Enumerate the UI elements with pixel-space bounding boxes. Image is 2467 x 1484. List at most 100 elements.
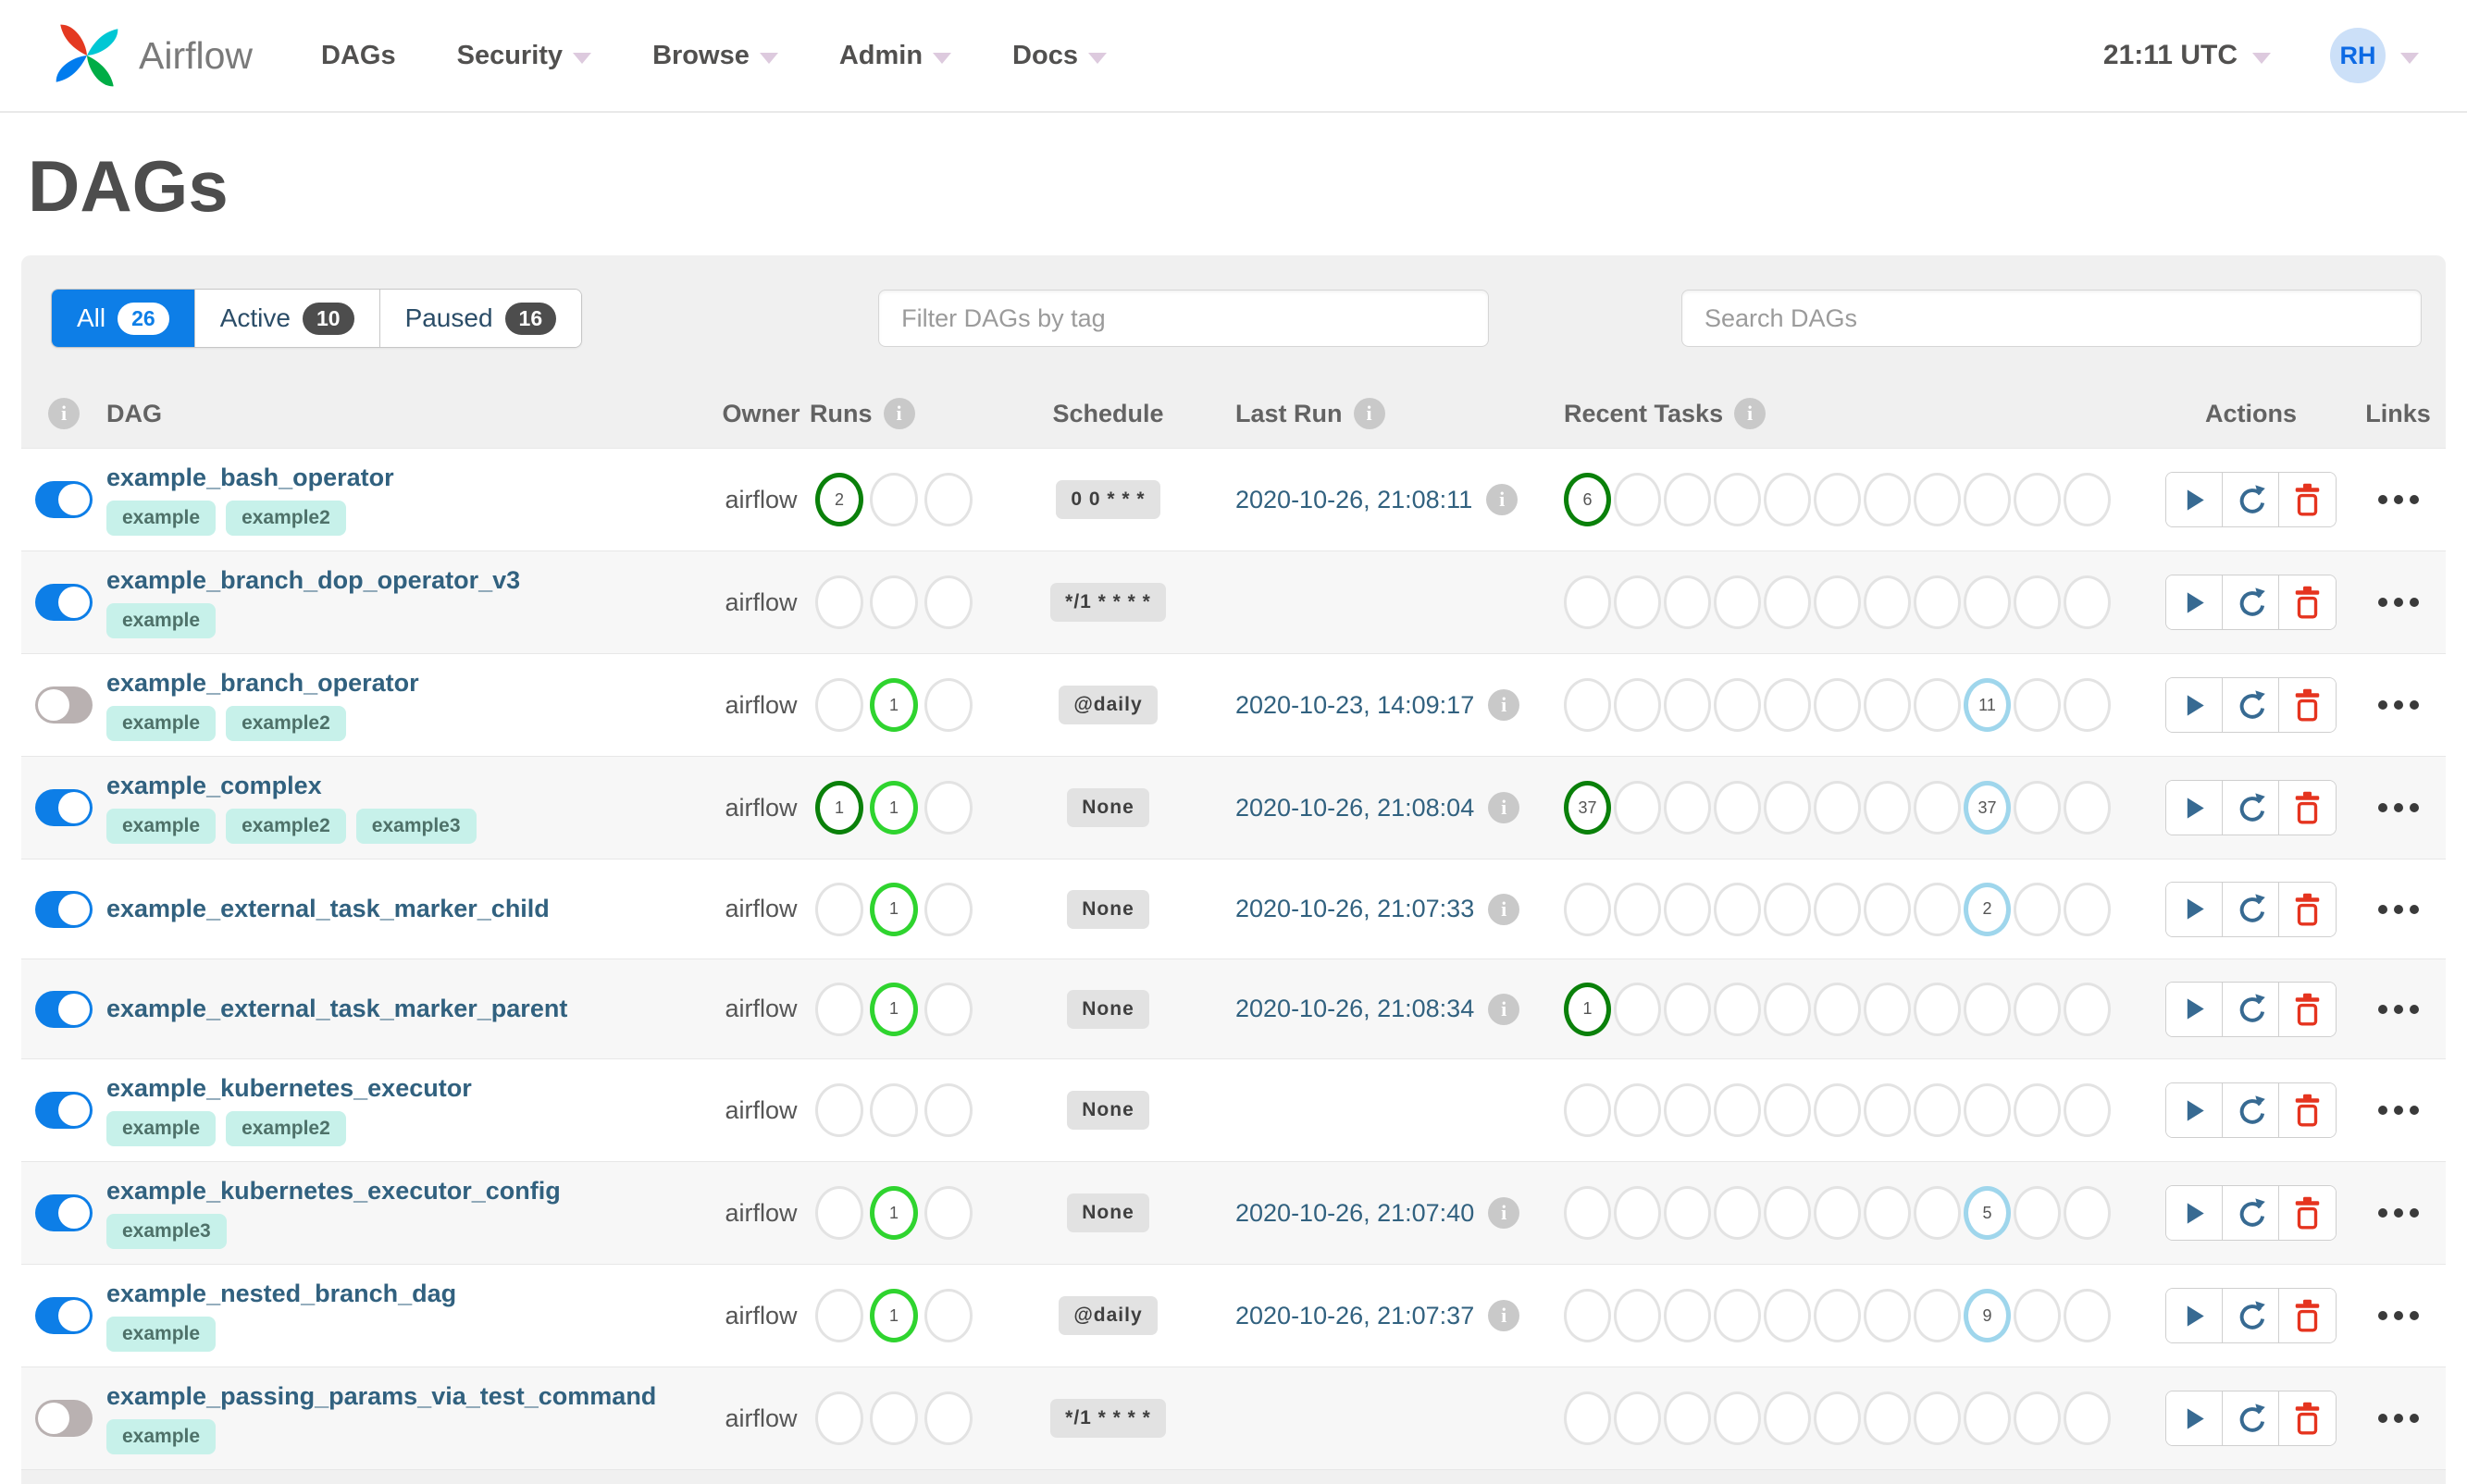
task-state-circle[interactable] [1714, 575, 1761, 629]
dag-name-link[interactable]: example_external_task_marker_parent [106, 995, 713, 1023]
run-state-circle[interactable] [815, 1186, 863, 1240]
task-state-circle[interactable] [1864, 982, 1911, 1036]
task-state-circle[interactable] [1814, 1186, 1861, 1240]
dag-tag[interactable]: example2 [226, 706, 346, 741]
task-state-circle[interactable] [1664, 678, 1711, 732]
task-state-circle[interactable] [1964, 473, 2011, 526]
task-state-circle[interactable] [2014, 1083, 2061, 1137]
last-run-link[interactable]: 2020-10-26, 21:07:37 [1235, 1302, 1474, 1330]
task-state-circle[interactable] [1764, 1186, 1811, 1240]
task-state-circle[interactable] [2014, 882, 2061, 936]
nav-item-browse[interactable]: Browse [652, 41, 778, 71]
task-state-circle[interactable] [1714, 1391, 1761, 1445]
task-state-circle[interactable] [1914, 1289, 1961, 1342]
refresh-dag-button[interactable] [2223, 982, 2279, 1036]
task-state-circle[interactable] [2064, 473, 2111, 526]
info-icon[interactable]: i [1734, 398, 1767, 429]
task-state-circle[interactable] [1664, 982, 1711, 1036]
avatar[interactable]: RH [2330, 28, 2386, 83]
task-state-circle[interactable] [1914, 982, 1961, 1036]
task-state-circle[interactable] [1564, 1186, 1611, 1240]
task-state-circle[interactable] [1714, 1083, 1761, 1137]
run-state-circle[interactable]: 2 [815, 473, 863, 526]
task-state-circle[interactable] [1814, 473, 1861, 526]
dag-links-menu[interactable] [2350, 449, 2446, 550]
dag-links-menu[interactable] [2350, 551, 2446, 653]
task-state-circle[interactable] [1714, 781, 1761, 835]
task-state-circle[interactable] [1764, 1391, 1811, 1445]
task-state-circle[interactable] [1764, 678, 1811, 732]
task-state-circle[interactable] [1714, 1289, 1761, 1342]
last-run-link[interactable]: 2020-10-23, 14:09:17 [1235, 691, 1474, 720]
delete-dag-button[interactable] [2279, 575, 2336, 629]
run-state-circle[interactable] [924, 575, 973, 629]
delete-dag-button[interactable] [2279, 882, 2336, 936]
dag-pause-toggle[interactable] [35, 990, 93, 1028]
task-state-circle[interactable]: 6 [1564, 473, 1611, 526]
task-state-circle[interactable] [1864, 1083, 1911, 1137]
task-state-circle[interactable] [1864, 781, 1911, 835]
dag-tag[interactable]: example [106, 1419, 217, 1454]
nav-item-admin[interactable]: Admin [839, 41, 952, 71]
dag-tag[interactable]: example3 [355, 809, 477, 844]
refresh-dag-button[interactable] [2223, 678, 2279, 732]
col-header-runs[interactable]: Runs [810, 400, 873, 428]
task-state-circle[interactable] [1664, 1391, 1711, 1445]
task-state-circle[interactable] [1614, 678, 1661, 732]
task-state-circle[interactable] [1814, 982, 1861, 1036]
dag-tag[interactable]: example [106, 1111, 217, 1146]
trigger-dag-button[interactable] [2166, 1391, 2223, 1445]
run-state-circle[interactable] [924, 678, 973, 732]
delete-dag-button[interactable] [2279, 982, 2336, 1036]
run-state-circle[interactable]: 1 [815, 781, 863, 835]
trigger-dag-button[interactable] [2166, 882, 2223, 936]
task-state-circle[interactable] [1564, 1289, 1611, 1342]
refresh-dag-button[interactable] [2223, 575, 2279, 629]
task-state-circle[interactable] [1814, 1391, 1861, 1445]
run-state-circle[interactable] [924, 1289, 973, 1342]
run-state-circle[interactable] [870, 1083, 918, 1137]
tab-all[interactable]: All 26 [52, 290, 195, 347]
utc-clock[interactable]: 21:11 UTC [2103, 40, 2238, 71]
task-state-circle[interactable] [1664, 473, 1711, 526]
dag-name-link[interactable]: example_kubernetes_executor [106, 1074, 713, 1103]
task-state-circle[interactable] [2064, 982, 2111, 1036]
task-state-circle[interactable] [1614, 1186, 1661, 1240]
task-state-circle[interactable] [1764, 575, 1811, 629]
delete-dag-button[interactable] [2279, 1186, 2336, 1240]
info-icon[interactable]: i [1488, 893, 1520, 925]
task-state-circle[interactable] [1614, 1391, 1661, 1445]
dag-name-link[interactable]: example_nested_branch_dag [106, 1280, 713, 1308]
delete-dag-button[interactable] [2279, 781, 2336, 835]
task-state-circle[interactable] [1964, 1083, 2011, 1137]
task-state-circle[interactable] [1614, 781, 1661, 835]
dag-pause-toggle[interactable] [35, 1194, 93, 1231]
dag-links-menu[interactable] [2350, 859, 2446, 958]
task-state-circle[interactable] [1914, 575, 1961, 629]
task-state-circle[interactable] [2064, 678, 2111, 732]
task-state-circle[interactable] [1864, 678, 1911, 732]
run-state-circle[interactable] [815, 982, 863, 1036]
dag-pause-toggle[interactable] [35, 890, 93, 928]
task-state-circle[interactable] [1764, 982, 1811, 1036]
dag-name-link[interactable]: example_kubernetes_executor_config [106, 1177, 713, 1206]
dag-links-menu[interactable] [2350, 654, 2446, 756]
task-state-circle[interactable] [2064, 882, 2111, 936]
nav-item-security[interactable]: Security [457, 41, 592, 71]
task-state-circle[interactable] [1564, 575, 1611, 629]
task-state-circle[interactable] [1664, 1186, 1711, 1240]
trigger-dag-button[interactable] [2166, 575, 2223, 629]
dag-tag[interactable]: example2 [226, 501, 346, 536]
run-state-circle[interactable]: 1 [870, 781, 918, 835]
dag-links-menu[interactable] [2350, 1265, 2446, 1367]
tab-active[interactable]: Active 10 [194, 290, 380, 347]
last-run-link[interactable]: 2020-10-26, 21:08:34 [1235, 995, 1474, 1023]
refresh-dag-button[interactable] [2223, 781, 2279, 835]
refresh-dag-button[interactable] [2223, 882, 2279, 936]
task-state-circle[interactable] [1564, 1391, 1611, 1445]
task-state-circle[interactable] [1814, 678, 1861, 732]
dag-name-link[interactable]: example_external_task_marker_child [106, 895, 713, 923]
task-state-circle[interactable] [2014, 678, 2061, 732]
task-state-circle[interactable]: 5 [1964, 1186, 2011, 1240]
task-state-circle[interactable] [2014, 982, 2061, 1036]
